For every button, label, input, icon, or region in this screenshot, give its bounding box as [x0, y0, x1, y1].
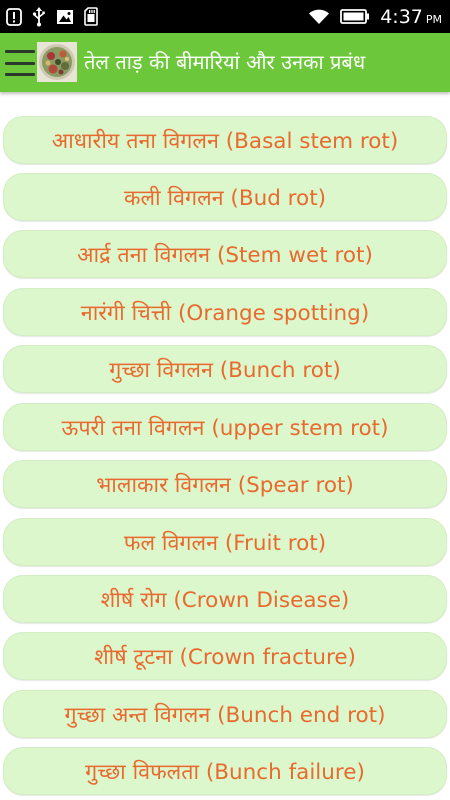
list-item[interactable]: शीर्ष टूटना (Crown fracture) [3, 632, 447, 680]
system-status: 4:37 PM [308, 0, 442, 33]
list-item[interactable]: शीर्ष रोग (Crown Disease) [3, 575, 447, 623]
battery-icon [340, 9, 370, 24]
list-item[interactable]: गुच्छा अन्त विगलन (Bunch end rot) [3, 690, 447, 738]
list-item[interactable]: आर्द्र तना विगलन (Stem wet rot) [3, 230, 447, 278]
list-item-label: गुच्छा विफलता (Bunch failure) [85, 759, 365, 785]
list-item[interactable]: गुच्छा विगलन (Bunch rot) [3, 345, 447, 393]
list-item-label: नारंगी चित्ती (Orange spotting) [80, 300, 370, 326]
image-icon [56, 9, 74, 25]
sdcard-icon [84, 7, 98, 26]
app-title: तेल ताड़ की बीमारियां और उनका प्रबंध [84, 50, 366, 74]
list-item-label: आर्द्र तना विगलन (Stem wet rot) [77, 242, 373, 268]
list-item-label: भालाकार विगलन (Spear rot) [96, 472, 354, 498]
list-item[interactable]: गुच्छा विफलता (Bunch failure) [3, 747, 447, 795]
clock-time: 4:37 [380, 5, 423, 28]
menu-icon[interactable] [5, 50, 35, 76]
list-item-label: ऊपरी तना विगलन (upper stem rot) [61, 415, 389, 441]
list-item[interactable]: ऊपरी तना विगलन (upper stem rot) [3, 403, 447, 451]
wifi-icon [308, 9, 330, 25]
app-bar: तेल ताड़ की बीमारियां और उनका प्रबंध [0, 33, 450, 92]
list-item-label: शीर्ष टूटना (Crown fracture) [94, 644, 356, 670]
list-item-label: गुच्छा अन्त विगलन (Bunch end rot) [64, 702, 386, 728]
clock: 4:37 PM [380, 6, 442, 28]
list-item-label: आधारीय तना विगलन (Basal stem rot) [51, 128, 399, 154]
notification-icons [6, 6, 98, 27]
list-item[interactable]: फल विगलन (Fruit rot) [3, 518, 447, 566]
alert-icon [6, 7, 22, 26]
list-item-label: गुच्छा विगलन (Bunch rot) [109, 357, 341, 383]
list-item[interactable]: कली विगलन (Bud rot) [3, 173, 447, 221]
clock-ampm: PM [425, 12, 442, 26]
status-bar: 4:37 PM [0, 0, 450, 33]
list-item-label: फल विगलन (Fruit rot) [123, 530, 327, 556]
list-item[interactable]: नारंगी चित्ती (Orange spotting) [3, 288, 447, 336]
list-item[interactable]: भालाकार विगलन (Spear rot) [3, 460, 447, 508]
list-item-label: शीर्ष रोग (Crown Disease) [100, 587, 350, 613]
usb-icon [32, 6, 46, 27]
list-item-label: कली विगलन (Bud rot) [123, 185, 327, 211]
app-logo [37, 42, 77, 82]
list-item[interactable]: आधारीय तना विगलन (Basal stem rot) [3, 116, 447, 164]
